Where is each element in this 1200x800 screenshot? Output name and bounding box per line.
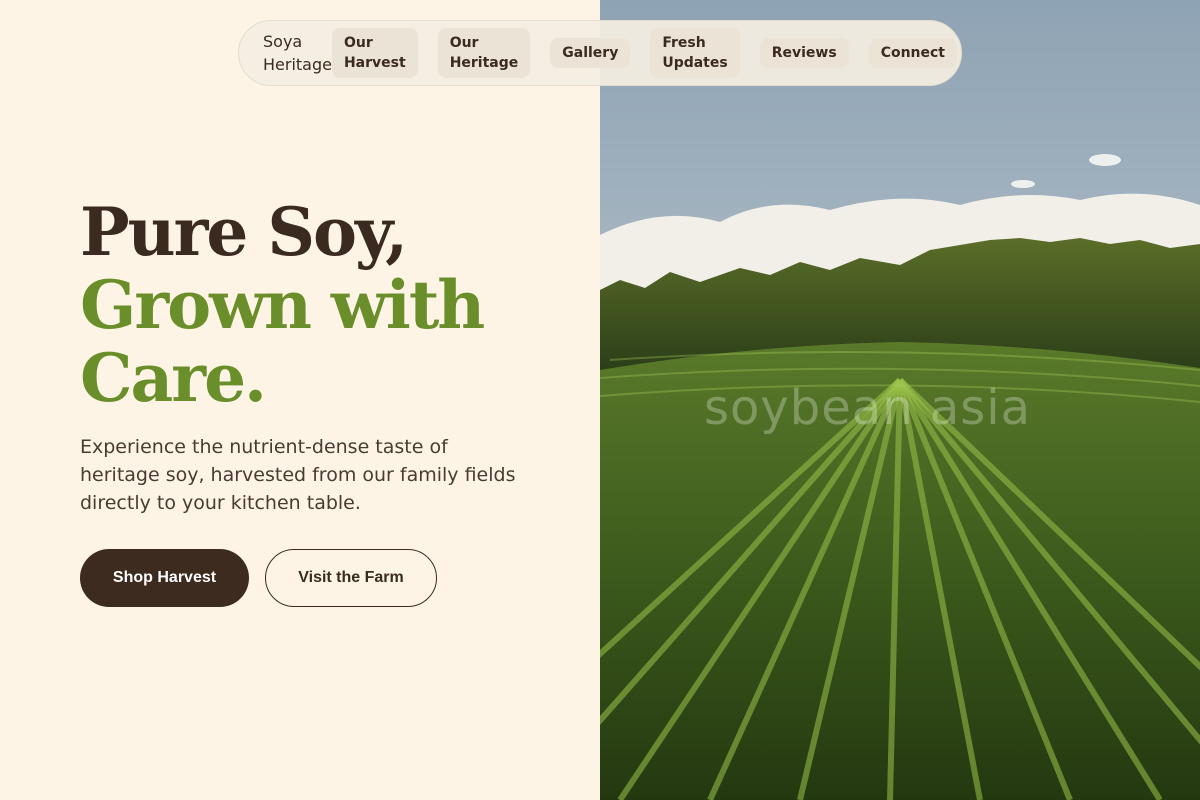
headline-line-1: Pure Soy, bbox=[80, 193, 408, 271]
nav-item-fresh-updates[interactable]: Fresh Updates bbox=[650, 28, 740, 78]
headline-line-3: Care. bbox=[80, 339, 267, 417]
image-watermark: soybean asia bbox=[704, 380, 1032, 436]
nav-item-our-heritage[interactable]: Our Heritage bbox=[437, 28, 531, 78]
top-navigation-bar: Soya Heritage Our Harvest Our Heritage G… bbox=[238, 20, 962, 86]
nav-item-gallery[interactable]: Gallery bbox=[550, 38, 631, 68]
visit-farm-button[interactable]: Visit the Farm bbox=[265, 549, 437, 607]
brand-logo-text[interactable]: Soya Heritage bbox=[263, 30, 332, 76]
nav-links: Our Harvest Our Heritage Gallery Fresh U… bbox=[331, 28, 957, 78]
nav-item-our-harvest[interactable]: Our Harvest bbox=[331, 28, 418, 78]
nav-item-reviews[interactable]: Reviews bbox=[759, 38, 849, 68]
hero-subtitle: Experience the nutrient-dense taste of h… bbox=[80, 436, 516, 514]
shop-harvest-button[interactable]: Shop Harvest bbox=[80, 549, 249, 607]
headline-line-2: Grown with bbox=[80, 266, 485, 344]
nav-item-connect[interactable]: Connect bbox=[868, 38, 957, 68]
hero-headline: Pure Soy, Grown with Care. bbox=[80, 193, 485, 417]
